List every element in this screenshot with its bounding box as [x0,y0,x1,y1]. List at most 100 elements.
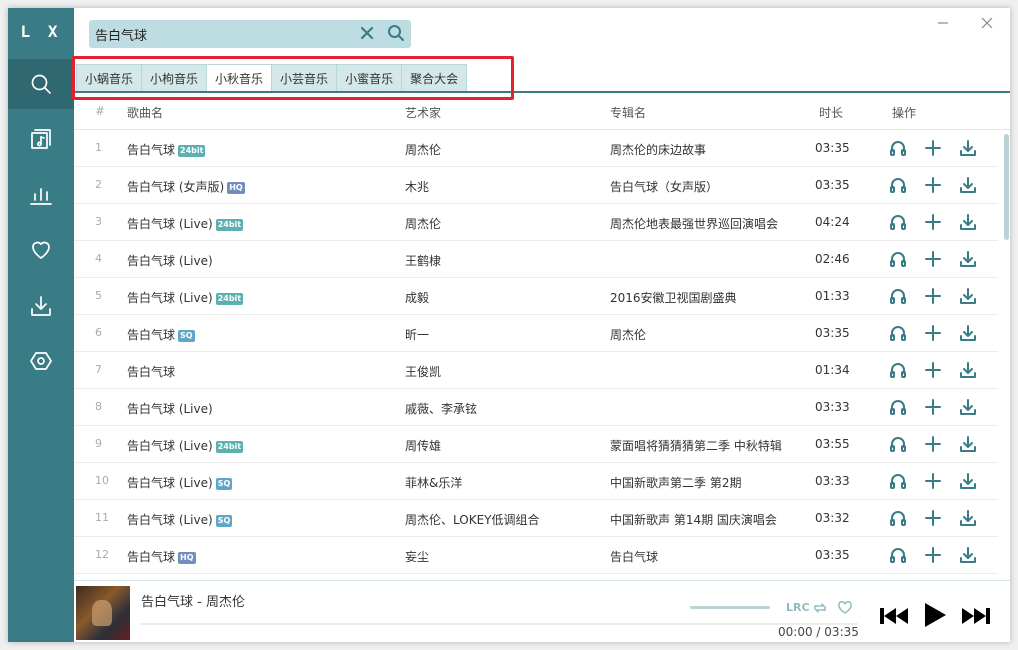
scrollbar[interactable] [1004,130,1009,577]
table-row[interactable]: 9 告白气球 (Live) 24bit 周传雄 蒙面唱将猜猜猜第二季 中秋特辑 03:55 [74,426,998,463]
table-row[interactable]: 2 告白气球 (女声版) HQ 木兆 告白气球（女声版） 03:35 [74,167,998,204]
listen-button[interactable] [889,435,907,453]
scroll-thumb[interactable] [1004,134,1009,240]
listen-button[interactable] [889,398,907,416]
listen-button[interactable] [889,509,907,527]
search-icon [31,74,51,94]
headphones-icon [889,141,907,160]
table-row[interactable]: 6 告白气球 SQ 昕一 周杰伦 03:35 [74,315,998,352]
artist-name: 成毅 [405,291,430,305]
table-row[interactable]: 4 告白气球 (Live) 王鹤棣 02:46 [74,241,998,278]
listen-button[interactable] [889,472,907,490]
table-row[interactable]: 3 告白气球 (Live) 24bit 周杰伦 周杰伦地表最强世界巡回演唱会 04:24 [74,204,998,241]
download-icon [959,399,977,419]
volume-slider[interactable] [690,606,770,609]
favorite-toggle-icon[interactable] [837,600,853,615]
nav-song-list[interactable] [8,114,74,164]
search-input[interactable] [95,23,350,45]
table-row[interactable]: 10 告白气球 (Live) SQ 菲林&乐洋 中国新歌声第二季 第2期 03:33 [74,463,998,500]
headphones-icon [889,326,907,345]
row-number: 8 [95,400,102,413]
add-to-list-button[interactable] [924,250,942,268]
table-row[interactable]: 12 告白气球 HQ 妄尘 告白气球 03:35 [74,537,998,574]
minimize-icon[interactable] [936,16,950,30]
download-icon [959,325,977,345]
song-name-cell: 告白气球 (Live) [127,252,213,269]
time-separator: / [816,625,821,639]
quality-badge: HQ [178,552,196,564]
listen-button[interactable] [889,361,907,379]
table-row[interactable]: 8 告白气球 (Live) 戚薇、李承铉 03:33 [74,389,998,426]
clear-search-icon[interactable] [360,26,374,40]
download-button[interactable] [959,250,977,268]
close-icon[interactable] [980,16,994,30]
add-to-list-button[interactable] [924,361,942,379]
play-icon[interactable] [922,601,948,629]
song-name: 告白气球 (Live) [127,476,213,490]
row-number: 5 [95,289,102,302]
download-button[interactable] [959,546,977,564]
listen-button[interactable] [889,213,907,231]
album-name: 周杰伦 [610,328,647,342]
previous-track-icon[interactable] [879,605,909,627]
song-name: 告白气球 [127,143,176,157]
lyrics-toggle[interactable]: LRC [786,601,810,615]
nav-download[interactable] [8,281,74,331]
app-logo: L X [20,22,62,41]
header-ops: 操作 [892,106,917,120]
song-name: 告白气球 (Live) [127,254,213,268]
listen-button[interactable] [889,546,907,564]
listen-button[interactable] [889,324,907,342]
add-to-list-button[interactable] [924,139,942,157]
nav-favorites[interactable] [8,225,74,275]
table-row[interactable]: 1 告白气球 24bit 周杰伦 周杰伦的床边故事 03:35 [74,130,998,167]
album-name: 告白气球（女声版） [610,180,719,194]
album-cover[interactable] [76,586,130,640]
row-number: 9 [95,437,102,450]
quality-badge: SQ [215,515,233,527]
song-name: 告白气球 [127,365,176,379]
listen-button[interactable] [889,250,907,268]
listen-button[interactable] [889,287,907,305]
listen-button[interactable] [889,176,907,194]
search-button-icon[interactable] [387,24,405,42]
download-button[interactable] [959,287,977,305]
download-button[interactable] [959,472,977,490]
table-row[interactable]: 5 告白气球 (Live) 24bit 成毅 2016安徽卫视国剧盛典 01:33 [74,278,998,315]
heart-icon [32,241,50,259]
table-row[interactable]: 7 告白气球 王俊凯 01:34 [74,352,998,389]
progress-bar[interactable] [140,623,858,625]
add-to-list-button[interactable] [924,287,942,305]
header-duration: 时长 [819,106,844,120]
download-button[interactable] [959,176,977,194]
next-track-icon[interactable] [961,605,991,627]
download-button[interactable] [959,509,977,527]
download-button[interactable] [959,324,977,342]
add-to-list-button[interactable] [924,509,942,527]
plus-icon [924,547,942,567]
add-to-list-button[interactable] [924,213,942,231]
download-button[interactable] [959,361,977,379]
download-button[interactable] [959,398,977,416]
nav-settings[interactable] [8,336,74,386]
add-to-list-button[interactable] [924,472,942,490]
add-to-list-button[interactable] [924,324,942,342]
download-button[interactable] [959,435,977,453]
add-to-list-button[interactable] [924,176,942,194]
add-to-list-button[interactable] [924,435,942,453]
duration: 03:33 [815,474,850,488]
song-name-cell: 告白气球 24bit [127,141,206,158]
download-button[interactable] [959,139,977,157]
quality-badge: 24bit [215,441,244,453]
song-name-cell: 告白气球 (女声版) HQ [127,178,245,195]
nav-search[interactable] [8,59,74,109]
headphones-icon [889,363,907,382]
download-button[interactable] [959,213,977,231]
add-to-list-button[interactable] [924,546,942,564]
add-to-list-button[interactable] [924,398,942,416]
table-row[interactable]: 11 告白气球 (Live) SQ 周杰伦、LOKEY低调组合 中国新歌声 第14期 国… [74,500,998,537]
listen-button[interactable] [889,139,907,157]
artist-name: 周传雄 [405,439,442,453]
repeat-icon[interactable] [812,601,828,615]
nav-leaderboard[interactable] [8,170,74,220]
